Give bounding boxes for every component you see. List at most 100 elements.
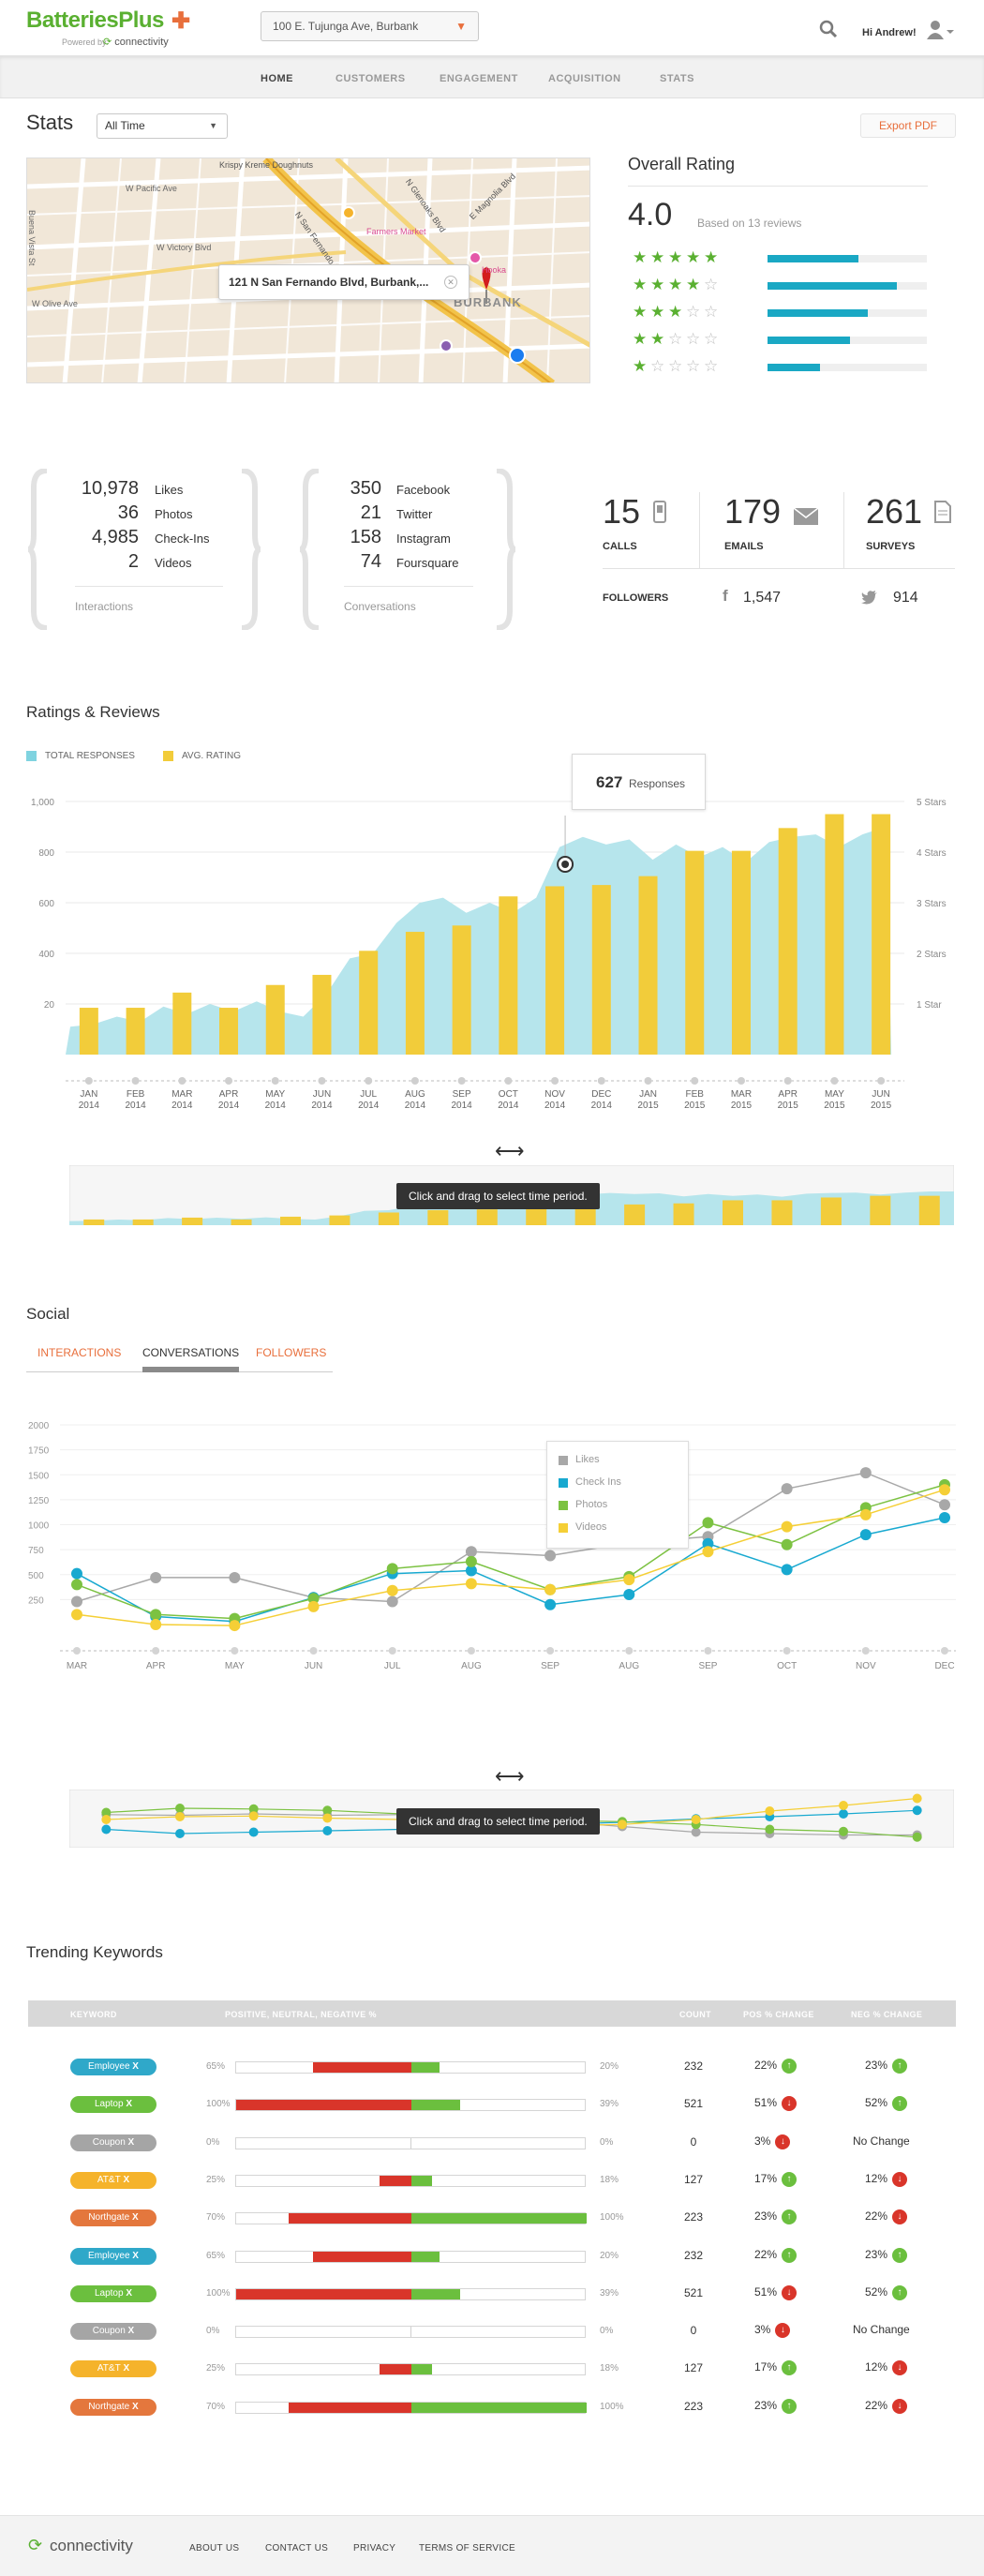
remove-keyword-icon[interactable]: X bbox=[126, 2326, 135, 2336]
keyword-pill[interactable]: Coupon X bbox=[70, 2323, 157, 2341]
nav-home[interactable]: HOME bbox=[261, 73, 293, 84]
keyword-pill[interactable]: Northgate X bbox=[70, 2398, 157, 2416]
series-point[interactable] bbox=[781, 1538, 793, 1550]
series-point[interactable] bbox=[150, 1609, 162, 1621]
rating-bar[interactable] bbox=[731, 850, 751, 1055]
social-line-chart[interactable]: 250 500 750 1000 1250 1500 1750 2000 MAR APR MAY JU… bbox=[0, 1406, 984, 1744]
rating-bar[interactable] bbox=[172, 992, 192, 1055]
rating-bar[interactable] bbox=[312, 974, 332, 1055]
keyword-pill[interactable]: Northgate X bbox=[70, 2209, 157, 2227]
rating-bar[interactable] bbox=[79, 1008, 98, 1055]
series-point[interactable] bbox=[939, 1512, 950, 1524]
series-point[interactable] bbox=[781, 1483, 793, 1495]
nav-engagement[interactable]: ENGAGEMENT bbox=[440, 73, 518, 84]
remove-keyword-icon[interactable]: X bbox=[124, 2099, 132, 2109]
series-point[interactable] bbox=[71, 1579, 82, 1591]
brand-logo[interactable]: BatteriesPlus bbox=[26, 7, 164, 34]
keyword-pill[interactable]: AT&T X bbox=[70, 2171, 157, 2189]
time-range-select[interactable]: All Time ▼ bbox=[97, 113, 228, 139]
tab-followers[interactable]: FOLLOWERS bbox=[256, 1346, 326, 1359]
rating-bar[interactable] bbox=[452, 925, 471, 1055]
legend-label[interactable]: Photos bbox=[575, 1499, 607, 1510]
drag-handle-icon[interactable]: ⟷ bbox=[495, 1139, 525, 1163]
remove-keyword-icon[interactable]: X bbox=[130, 2251, 139, 2261]
keyword-pill[interactable]: AT&T X bbox=[70, 2360, 157, 2378]
location-select[interactable]: 100 E. Tujunga Ave, Burbank ▼ bbox=[261, 11, 479, 41]
series-point[interactable] bbox=[465, 1578, 477, 1590]
series-point[interactable] bbox=[623, 1574, 635, 1586]
map-address-popup[interactable]: 121 N San Fernando Blvd, Burbank,... ✕ bbox=[218, 264, 470, 300]
nav-customers[interactable]: CUSTOMERS bbox=[335, 73, 406, 84]
legend-label[interactable]: Videos bbox=[575, 1521, 606, 1533]
series-point[interactable] bbox=[307, 1600, 320, 1612]
rating-bar[interactable] bbox=[405, 932, 425, 1055]
series-point[interactable] bbox=[702, 1517, 714, 1529]
series-point[interactable] bbox=[544, 1583, 557, 1595]
remove-keyword-icon[interactable]: X bbox=[130, 2061, 139, 2072]
user-avatar-icon[interactable] bbox=[926, 19, 954, 39]
series-point[interactable] bbox=[781, 1564, 793, 1576]
location-map[interactable]: Krispy Kreme Doughnuts W Pacific Ave W V… bbox=[26, 157, 590, 383]
rating-bar[interactable] bbox=[685, 850, 705, 1055]
legend-label[interactable]: Likes bbox=[575, 1454, 600, 1465]
remove-keyword-icon[interactable]: X bbox=[124, 2288, 132, 2299]
nav-acquisition[interactable]: ACQUISITION bbox=[548, 73, 621, 84]
rating-bar[interactable] bbox=[591, 885, 611, 1055]
remove-keyword-icon[interactable]: X bbox=[129, 2212, 139, 2223]
rating-bar[interactable] bbox=[545, 886, 565, 1055]
search-icon[interactable] bbox=[819, 20, 838, 38]
rating-bar[interactable] bbox=[825, 814, 844, 1056]
keyword-pill[interactable]: Employee X bbox=[70, 2059, 157, 2075]
series-point[interactable] bbox=[386, 1563, 398, 1575]
export-pdf-button[interactable]: Export PDF bbox=[860, 113, 956, 138]
remove-keyword-icon[interactable]: X bbox=[126, 2137, 135, 2148]
series-point[interactable] bbox=[781, 1520, 793, 1533]
footer-link-terms[interactable]: TERMS OF SERVICE bbox=[419, 2543, 515, 2554]
tab-interactions[interactable]: INTERACTIONS bbox=[37, 1346, 121, 1359]
series-point[interactable] bbox=[465, 1555, 477, 1567]
rating-bar[interactable] bbox=[638, 876, 658, 1055]
footer-brand[interactable]: connectivity bbox=[50, 2537, 133, 2555]
series-point[interactable] bbox=[859, 1467, 872, 1479]
footer-link-about[interactable]: ABOUT US bbox=[189, 2543, 239, 2554]
series-point[interactable] bbox=[939, 1484, 950, 1496]
rating-bar[interactable] bbox=[499, 896, 518, 1055]
series-point[interactable] bbox=[544, 1550, 557, 1562]
series-point[interactable] bbox=[859, 1508, 872, 1520]
series-point[interactable] bbox=[229, 1620, 241, 1632]
legend-avg-label[interactable]: AVG. RATING bbox=[182, 751, 241, 761]
rating-bar[interactable] bbox=[219, 1008, 239, 1055]
series-point[interactable] bbox=[386, 1584, 398, 1596]
series-point[interactable] bbox=[386, 1595, 398, 1608]
map-popup-close-icon[interactable]: ✕ bbox=[444, 276, 457, 289]
series-point[interactable] bbox=[702, 1546, 714, 1558]
keyword-pill[interactable]: Coupon X bbox=[70, 2134, 157, 2151]
series-point[interactable] bbox=[150, 1619, 162, 1630]
series-point[interactable] bbox=[71, 1567, 82, 1580]
legend-total-label[interactable]: TOTAL RESPONSES bbox=[45, 751, 135, 761]
remove-keyword-icon[interactable]: X bbox=[121, 2175, 129, 2185]
series-point[interactable] bbox=[623, 1589, 635, 1601]
series-point[interactable] bbox=[544, 1598, 557, 1610]
tab-conversations[interactable]: CONVERSATIONS bbox=[142, 1346, 240, 1372]
remove-keyword-icon[interactable]: X bbox=[129, 2402, 139, 2412]
rating-bar[interactable] bbox=[126, 1008, 145, 1055]
series-point[interactable] bbox=[939, 1499, 950, 1511]
drag-handle-icon[interactable]: ⟷ bbox=[495, 1764, 525, 1789]
series-point[interactable] bbox=[229, 1571, 241, 1583]
rating-bar[interactable] bbox=[265, 984, 285, 1055]
series-point[interactable] bbox=[71, 1595, 82, 1608]
keyword-pill[interactable]: Employee X bbox=[70, 2247, 157, 2265]
series-point[interactable] bbox=[150, 1571, 162, 1583]
series-point[interactable] bbox=[71, 1609, 82, 1621]
series-point[interactable] bbox=[859, 1529, 872, 1541]
rating-bar[interactable] bbox=[872, 814, 891, 1056]
keyword-pill[interactable]: Laptop X bbox=[70, 2096, 157, 2114]
footer-link-contact[interactable]: CONTACT US bbox=[265, 2543, 328, 2554]
series-point[interactable] bbox=[465, 1546, 477, 1558]
remove-keyword-icon[interactable]: X bbox=[121, 2363, 129, 2374]
ratings-reviews-chart[interactable]: 20 1 Star 400 2 Stars 600 3 Stars 800 4 Stars 1,… bbox=[0, 778, 984, 1125]
nav-stats[interactable]: STATS bbox=[660, 73, 694, 84]
rating-bar[interactable] bbox=[778, 828, 798, 1055]
keyword-pill[interactable]: Laptop X bbox=[70, 2284, 157, 2302]
